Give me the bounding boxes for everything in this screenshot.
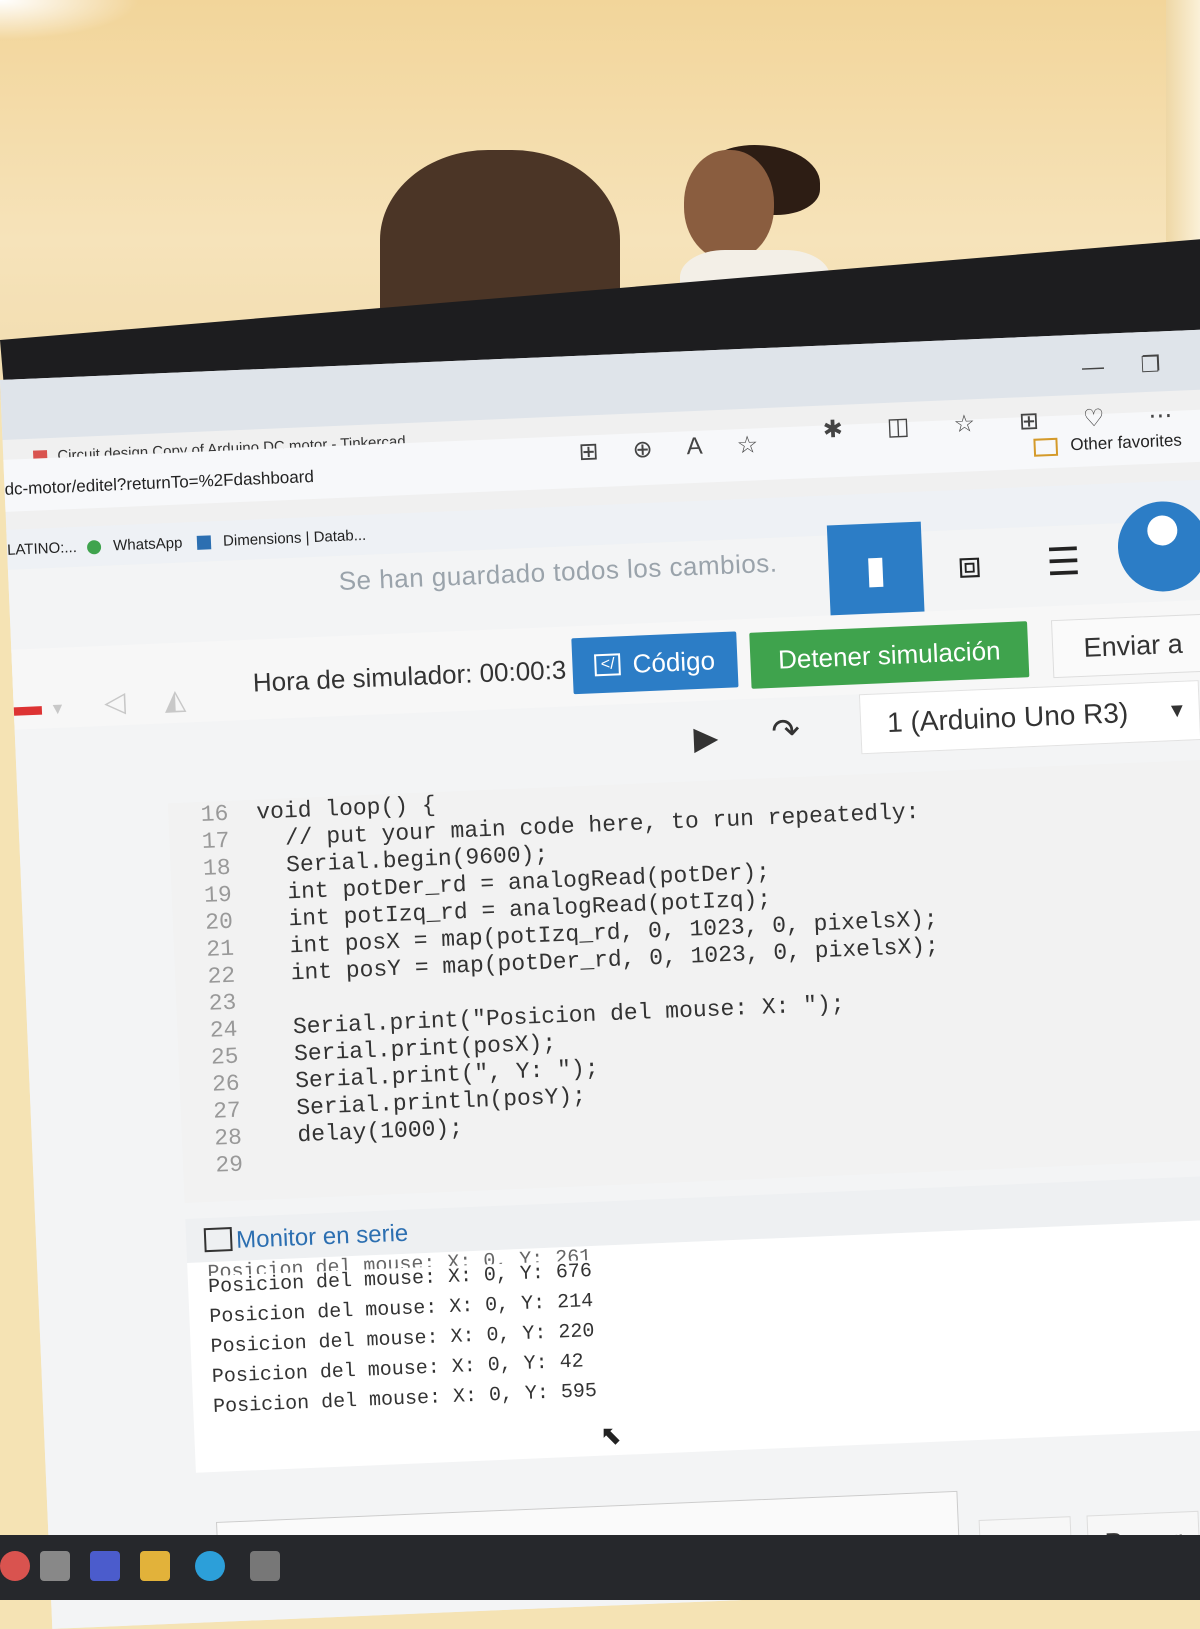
code-icon: </: [594, 653, 622, 677]
folder-taskbar-icon[interactable]: [140, 1551, 170, 1581]
view-switcher: ▮ ⧈ ☰: [826, 514, 1113, 618]
app-icon-gray[interactable]: [40, 1551, 70, 1581]
app-icon-red[interactable]: [0, 1551, 30, 1581]
step-over-icon[interactable]: ↷: [771, 711, 801, 752]
bookmark-dimensions[interactable]: Dimensions | Datab...: [196, 526, 367, 551]
schematic-icon: ⧈: [956, 543, 983, 587]
split-screen-icon[interactable]: ◫: [886, 412, 910, 442]
line-number: 24: [209, 1016, 238, 1044]
dimensions-icon: [196, 535, 212, 550]
line-number: 29: [214, 1151, 244, 1179]
dropdown-icon[interactable]: ▼: [49, 701, 66, 719]
line-number: 27: [212, 1097, 242, 1125]
code-button[interactable]: </ Código: [571, 631, 739, 695]
line-number: 19: [203, 881, 233, 909]
folder-icon: [1033, 437, 1059, 457]
line-number: 20: [204, 908, 234, 936]
collections-icon[interactable]: ⊞: [1018, 407, 1039, 437]
save-status: Se han guardado todos los cambios.: [338, 547, 779, 596]
line-number: 23: [208, 989, 237, 1017]
rotate-icon[interactable]: ◁: [103, 686, 126, 718]
serial-monitor-title: Monitor en serie: [235, 1219, 409, 1254]
zoom-icon[interactable]: ⊕: [632, 435, 653, 465]
restore-button[interactable]: ❐: [1140, 351, 1161, 377]
door-frame: [1166, 0, 1200, 260]
app-grid-icon[interactable]: ⊞: [578, 437, 599, 467]
more-icon[interactable]: ⋯: [1148, 401, 1173, 431]
components-list-button[interactable]: ☰: [1015, 514, 1113, 610]
extensions-icon[interactable]: ✱: [822, 415, 843, 445]
line-number: 26: [211, 1070, 241, 1098]
circuit-view-button[interactable]: ▮: [826, 521, 925, 618]
tinkercad-editor: Se han guardado todos los cambios. ▮ ⧈ ☰…: [7, 499, 1200, 1629]
line-number: 25: [210, 1043, 240, 1071]
line-number: 28: [213, 1124, 243, 1152]
edge-icon[interactable]: [195, 1551, 225, 1581]
bookmark-whatsapp-label: WhatsApp: [112, 534, 183, 555]
code-button-label: Código: [631, 644, 716, 679]
line-number: 18: [202, 854, 232, 882]
line-number: 22: [207, 962, 236, 990]
simulator-time: Hora de simulador: 00:00:3: [252, 654, 567, 698]
window-controls[interactable]: — ❐: [1081, 351, 1160, 380]
line-number: 16: [200, 800, 229, 828]
line-number: 21: [205, 935, 235, 963]
schematic-view-button[interactable]: ⧈: [921, 518, 1019, 614]
bookmark-latino[interactable]: LATINO:...: [7, 539, 77, 559]
windows-taskbar: [0, 1535, 1200, 1600]
send-to-button[interactable]: Enviar a: [1050, 613, 1200, 679]
person-right-head: [684, 150, 774, 260]
chip-icon: ▮: [864, 548, 888, 592]
mouse-cursor-icon: ⬉: [600, 1420, 622, 1450]
line-number: 17: [201, 827, 231, 855]
edit-tools: ▬ ▼ ◁ ◭: [13, 683, 187, 723]
read-aloud-icon[interactable]: A: [686, 433, 703, 463]
other-favorites-label: Other favorites: [1069, 430, 1183, 455]
health-icon[interactable]: ♡: [1082, 404, 1105, 434]
minimize-button[interactable]: —: [1081, 354, 1104, 380]
chevron-down-icon: ▼: [1166, 699, 1188, 722]
board-selector[interactable]: 1 (Arduino Uno R3) ▼: [858, 680, 1200, 755]
monitor-icon: [203, 1227, 233, 1253]
code-editor[interactable]: 16 void loop() {17 // put your main code …: [167, 757, 1200, 1203]
stop-simulation-button[interactable]: Detener simulación: [749, 621, 1030, 689]
flip-icon[interactable]: ◭: [164, 684, 187, 716]
favorites-list-icon[interactable]: ☆: [953, 409, 976, 439]
list-icon: ☰: [1045, 540, 1082, 584]
board-selector-label: 1 (Arduino Uno R3): [886, 697, 1129, 739]
color-swatch-icon[interactable]: ▬: [13, 690, 42, 722]
favorite-star-icon[interactable]: ☆: [736, 430, 759, 460]
store-icon[interactable]: [250, 1551, 280, 1581]
bookmark-dimensions-label: Dimensions | Datab...: [222, 526, 367, 550]
teams-icon[interactable]: [90, 1551, 120, 1581]
play-step-icon[interactable]: ▶: [693, 718, 719, 757]
ceiling-light: [0, 0, 140, 40]
bookmark-whatsapp[interactable]: WhatsApp: [86, 534, 183, 556]
whatsapp-icon: [86, 539, 102, 555]
